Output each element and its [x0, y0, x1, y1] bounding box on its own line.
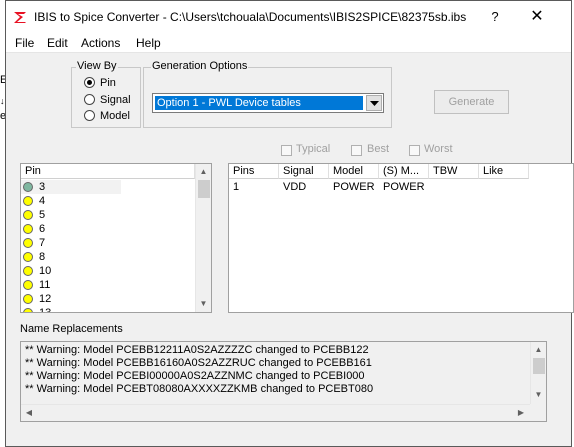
pin-status-icon	[23, 280, 33, 290]
radio-signal[interactable]: Signal	[84, 94, 131, 108]
pin-number: 11	[39, 279, 51, 291]
list-item[interactable]: 11	[21, 278, 121, 292]
column-header-signal[interactable]: Signal	[279, 164, 329, 179]
selected-option: Option 1 - PWL Device tables	[155, 96, 363, 110]
list-item[interactable]: 13	[21, 306, 121, 313]
radio-button-icon	[84, 110, 95, 121]
list-item[interactable]: 3	[21, 180, 121, 194]
generate-button[interactable]: Generate	[434, 90, 509, 114]
worst-checkbox[interactable]	[409, 145, 420, 156]
list-item[interactable]: 8	[21, 250, 121, 264]
radio-pin-label: Pin	[100, 77, 116, 89]
pin-number: 7	[39, 237, 46, 249]
column-header-tbw[interactable]: TBW	[429, 164, 479, 179]
menu-help[interactable]: Help	[136, 36, 161, 50]
pin-number: 3	[39, 181, 46, 193]
menu-edit[interactable]: Edit	[47, 36, 68, 50]
radio-model-label: Model	[100, 110, 130, 122]
scroll-left-icon[interactable]: ◀	[24, 408, 34, 417]
pin-list-scrollbar[interactable]: ▲ ▼	[195, 164, 211, 312]
scroll-right-icon[interactable]: ▶	[516, 408, 526, 417]
column-header-model[interactable]: Model	[329, 164, 379, 179]
pin-detail-table[interactable]: Pins Signal Model (S) M... TBW Like 1 VD…	[228, 163, 574, 313]
scroll-down-icon[interactable]: ▼	[196, 299, 211, 308]
pin-status-icon	[23, 196, 33, 206]
scroll-up-icon[interactable]: ▲	[531, 345, 546, 354]
view-by-title: View By	[76, 60, 118, 72]
menu-file[interactable]: File	[15, 36, 34, 50]
table-cell: POWER	[333, 181, 375, 193]
app-icon	[14, 12, 26, 23]
scroll-thumb[interactable]	[198, 180, 210, 198]
pin-number: 6	[39, 223, 46, 235]
radio-model[interactable]: Model	[84, 110, 130, 124]
list-item[interactable]: 6	[21, 222, 121, 236]
pin-list[interactable]: Pin 3 4 5 6 7 8 10 11 12 13 ▲ ▼	[20, 163, 212, 313]
name-replacements-log[interactable]: ** Warning: Model PCEBB12211A0S2AZZZZC c…	[20, 341, 547, 422]
list-item[interactable]: 10	[21, 264, 121, 278]
radio-button-icon	[84, 77, 95, 88]
menu-actions[interactable]: Actions	[81, 36, 120, 50]
pin-number: 10	[39, 265, 52, 277]
table-cell: VDD	[283, 181, 307, 193]
radio-pin[interactable]: Pin	[84, 77, 116, 91]
radio-button-icon	[84, 94, 95, 105]
column-header-like[interactable]: Like	[479, 164, 529, 179]
generation-option-select[interactable]: Option 1 - PWL Device tables	[152, 93, 384, 113]
scroll-thumb[interactable]	[533, 358, 545, 374]
log-vertical-scrollbar[interactable]: ▲ ▼	[530, 342, 546, 404]
table-cell: 1	[233, 181, 240, 193]
pin-status-icon	[23, 252, 33, 262]
scroll-down-icon[interactable]: ▼	[531, 390, 546, 399]
list-item[interactable]: 5	[21, 208, 121, 222]
pin-status-icon	[23, 294, 33, 304]
generation-options-title: Generation Options	[151, 60, 249, 72]
close-button[interactable]: ✕	[526, 7, 548, 27]
log-line: ** Warning: Model PCEBT08080AXXXXZZKMB c…	[25, 383, 374, 395]
log-line: ** Warning: Model PCEBB12211A0S2AZZZZC c…	[25, 344, 369, 356]
log-line: ** Warning: Model PCEBI00000A0S2AZZNMC c…	[25, 370, 365, 382]
column-header-pins[interactable]: Pins	[229, 164, 279, 179]
column-header-s-model[interactable]: (S) M...	[379, 164, 429, 179]
pin-status-icon	[23, 266, 33, 276]
pin-status-icon	[23, 182, 33, 192]
chevron-down-icon[interactable]	[366, 95, 382, 111]
typical-checkbox[interactable]	[281, 145, 292, 156]
pin-number: 4	[39, 195, 46, 207]
converter-window: IBIS to Spice Converter - C:\Users\tchou…	[5, 0, 574, 447]
log-line: ** Warning: Model PCEBB16160A0S2AZZRUC c…	[25, 357, 372, 369]
best-label: Best	[367, 143, 390, 155]
pin-number: 5	[39, 209, 46, 221]
window-title: IBIS to Spice Converter - C:\Users\tchou…	[34, 10, 467, 24]
pin-number: 8	[39, 251, 46, 263]
scroll-up-icon[interactable]: ▲	[196, 167, 211, 176]
pin-status-icon	[23, 224, 33, 234]
list-item[interactable]: 4	[21, 194, 121, 208]
radio-signal-label: Signal	[100, 94, 131, 106]
log-horizontal-scrollbar[interactable]: ◀ ▶	[21, 404, 530, 421]
worst-label: Worst	[424, 143, 453, 155]
typical-label: Typical	[296, 143, 331, 155]
table-cell: POWER	[383, 181, 425, 193]
pin-status-icon	[23, 210, 33, 220]
help-button[interactable]: ?	[484, 7, 506, 27]
list-item[interactable]: 12	[21, 292, 121, 306]
title-bar[interactable]: IBIS to Spice Converter - C:\Users\tchou…	[6, 1, 571, 33]
pin-status-icon	[23, 238, 33, 248]
pin-number: 12	[39, 293, 52, 305]
menu-bar: File Edit Actions Help	[6, 33, 571, 53]
table-row[interactable]: 1 VDD POWER POWER	[229, 180, 559, 194]
pin-column-header[interactable]: Pin	[21, 164, 195, 179]
list-item[interactable]: 7	[21, 236, 121, 250]
pin-status-icon	[23, 308, 33, 312]
background-text-fragment: ↓	[0, 96, 5, 106]
name-replacements-label: Name Replacements	[20, 323, 123, 335]
best-checkbox[interactable]	[351, 145, 362, 156]
pin-number: 13	[39, 307, 52, 313]
